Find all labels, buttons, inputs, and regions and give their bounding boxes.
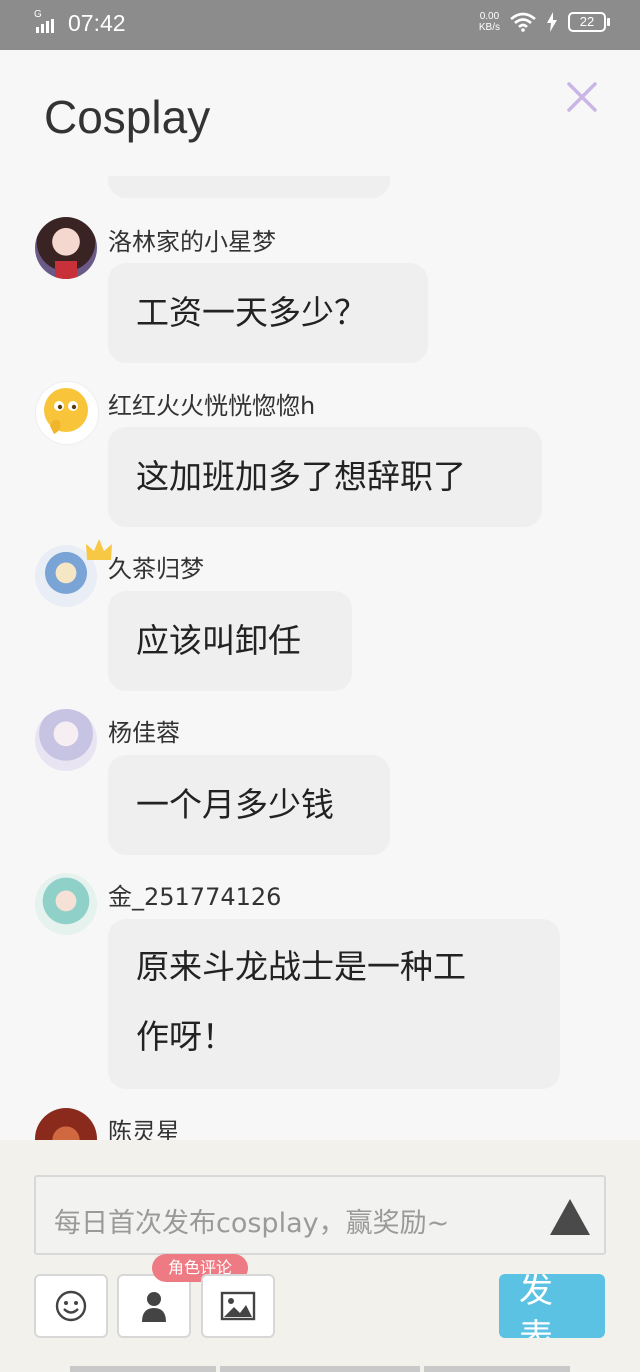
username: 洛林家的小星梦 [108, 228, 276, 256]
image-icon [220, 1291, 256, 1321]
signal-icon: G [34, 8, 62, 37]
status-bar: G 07:42 0.00 KB/s 22 [0, 0, 640, 50]
user-avatar[interactable] [35, 873, 97, 935]
emoji-button[interactable] [34, 1274, 108, 1338]
close-icon[interactable] [565, 80, 599, 114]
message-bubble: 一个月多少钱 [108, 755, 390, 855]
clock: 07:42 [68, 10, 126, 36]
message-bubble: 工资一天多少？ [108, 263, 428, 363]
username: 杨佳蓉 [108, 719, 180, 747]
message-bubble-partial [108, 176, 390, 198]
user-avatar[interactable] [35, 709, 97, 771]
bottom-scroll-indicator [70, 1366, 216, 1372]
message-bubble: 应该叫卸任 [108, 591, 352, 691]
emoji-icon [55, 1290, 87, 1322]
battery-icon: 22 [568, 12, 610, 32]
user-avatar[interactable] [35, 381, 99, 445]
image-button[interactable] [201, 1274, 275, 1338]
comment-input[interactable]: 每日首次发布cosplay，赢奖励~ [34, 1175, 606, 1255]
message-bubble: 原来斗龙战士是一种工 作呀！ [108, 919, 560, 1089]
person-icon [142, 1292, 166, 1322]
user-avatar[interactable] [35, 217, 97, 279]
bottom-scroll-indicator [220, 1366, 420, 1372]
send-arrow-icon[interactable] [550, 1199, 590, 1235]
role-button[interactable] [117, 1274, 191, 1338]
post-button[interactable]: 发 表 [499, 1274, 605, 1338]
message-bubble: 这加班加多了想辞职了 [108, 427, 542, 527]
net-speed: 0.00 KB/s [478, 11, 500, 33]
username: 红红火火恍恍惚惚h [108, 392, 316, 420]
wifi-icon [510, 12, 536, 32]
username: 金_251774126 [108, 883, 282, 911]
user-avatar[interactable] [35, 1108, 97, 1140]
comment-input-placeholder: 每日首次发布cosplay，赢奖励~ [54, 1208, 450, 1239]
username: 久茶归梦 [108, 555, 204, 583]
bottom-scroll-indicator [424, 1366, 570, 1372]
post-button-label: 发 表 [519, 1274, 553, 1338]
network-type: G [34, 8, 42, 20]
charging-icon [547, 12, 557, 32]
page-title: Cosplay [44, 91, 211, 143]
